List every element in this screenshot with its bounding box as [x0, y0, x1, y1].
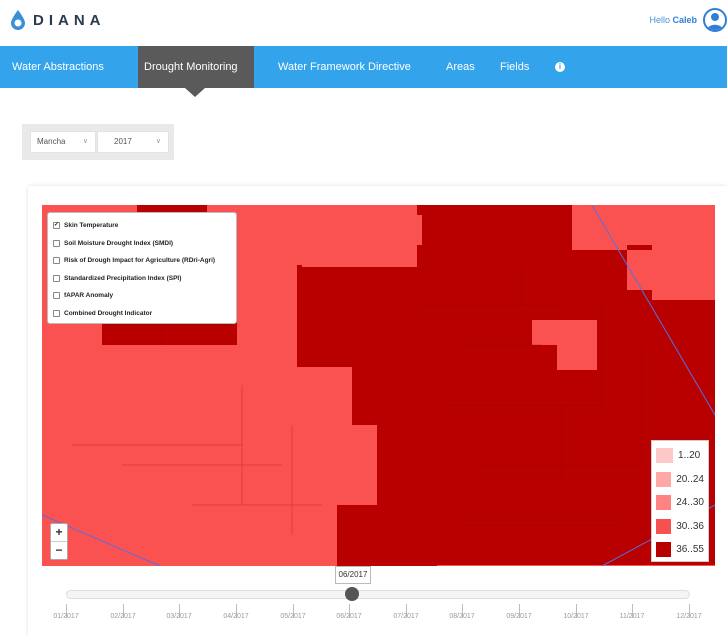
app-header: DIANA Hello Caleb: [0, 0, 727, 46]
timeline-tick-label[interactable]: 11/2017: [612, 613, 652, 620]
layer-selector: ✓ Skin Temperature Soil Moisture Drought…: [47, 212, 237, 324]
year-select[interactable]: 2017 ∨: [97, 131, 169, 153]
legend-label: 30..36: [676, 520, 704, 532]
timeline-tick-label[interactable]: 01/2017: [46, 613, 86, 620]
legend-swatch: [656, 448, 673, 464]
nav-areas[interactable]: Areas: [446, 46, 475, 88]
username[interactable]: Caleb: [672, 15, 697, 25]
user-icon: [707, 13, 723, 30]
legend-swatch: [656, 495, 672, 511]
legend-label: 36..55: [676, 544, 704, 556]
timeline-tick-label[interactable]: 08/2017: [442, 613, 482, 620]
nav-fields[interactable]: Fields: [500, 46, 529, 88]
legend-label: 20..24: [676, 473, 704, 485]
checkbox[interactable]: [53, 274, 60, 282]
layer-label: Skin Temperature: [64, 222, 119, 230]
nav-water-framework-directive[interactable]: Water Framework Directive: [278, 46, 411, 88]
layer-label: Standardized Precipitation Index (SPI): [64, 274, 182, 282]
zoom-out-button[interactable]: −: [51, 542, 67, 559]
logo-text: DIANA: [33, 11, 106, 29]
filter-bar: Mancha ∨ 2017 ∨: [22, 124, 174, 160]
checkbox[interactable]: [53, 239, 60, 247]
zoom-control: + −: [50, 523, 68, 560]
legend-label: 1..20: [678, 450, 701, 462]
layer-item-combined-drought-indicator[interactable]: Combined Drought Indicator: [53, 305, 231, 323]
region-value: Mancha: [37, 137, 66, 146]
layer-label: Soil Moisture Drought Index (SMDI): [64, 239, 174, 247]
layer-item-smdi[interactable]: Soil Moisture Drought Index (SMDI): [53, 235, 231, 253]
user-greeting: Hello Caleb: [649, 15, 697, 25]
legend-swatch: [656, 471, 672, 487]
nav-drought-monitoring[interactable]: Drought Monitoring: [138, 46, 254, 88]
logo[interactable]: DIANA: [9, 9, 106, 31]
region-select[interactable]: Mancha ∨: [30, 131, 96, 153]
layer-item-spi[interactable]: Standardized Precipitation Index (SPI): [53, 270, 231, 288]
timeline-tick-label[interactable]: 12/2017: [669, 613, 709, 620]
zoom-in-button[interactable]: +: [51, 524, 67, 541]
year-value: 2017: [114, 137, 132, 146]
checkbox[interactable]: [53, 309, 60, 317]
active-nav-indicator: [185, 88, 205, 97]
legend-swatch: [656, 518, 672, 534]
greeting-text: Hello: [649, 15, 670, 25]
layer-item-skin-temperature[interactable]: ✓ Skin Temperature: [53, 217, 231, 235]
legend-swatch: [656, 542, 672, 558]
legend-item: 1..20: [656, 444, 704, 468]
map-legend: 1..20 20..24 24..30 30..36 36..55: [651, 440, 709, 562]
legend-label: 24..30: [676, 497, 704, 509]
timeline-tick-label[interactable]: 10/2017: [556, 613, 596, 620]
main-nav: Water Abstractions Drought Monitoring Wa…: [0, 46, 727, 88]
chevron-down-icon: ∨: [155, 138, 161, 145]
legend-item: 24..30: [656, 491, 704, 515]
timeline-slider-handle[interactable]: [345, 587, 359, 601]
timeline-slider-track[interactable]: [66, 590, 690, 599]
timeline-tooltip: 06/2017: [335, 566, 371, 584]
chevron-down-icon: ∨: [82, 138, 88, 145]
checkbox-checked[interactable]: ✓: [53, 222, 60, 230]
layer-label: fAPAR Anomaly: [64, 292, 114, 300]
timeline-tick-label[interactable]: 07/2017: [386, 613, 426, 620]
layer-item-rdri-agri[interactable]: Risk of Drough Impact for Agriculture (R…: [53, 252, 231, 270]
timeline-tick-label[interactable]: 02/2017: [103, 613, 143, 620]
layer-item-fapar-anomaly[interactable]: fAPAR Anomaly: [53, 287, 231, 305]
nav-water-abstractions[interactable]: Water Abstractions: [0, 46, 127, 88]
avatar[interactable]: [703, 8, 727, 32]
legend-item: 30..36: [656, 515, 704, 539]
timeline-tick-label[interactable]: 06/2017: [329, 613, 369, 620]
legend-item: 36..55: [656, 538, 704, 562]
timeline-tick-label[interactable]: 04/2017: [216, 613, 256, 620]
legend-item: 20..24: [656, 468, 704, 492]
timeline-tick-label[interactable]: 03/2017: [159, 613, 199, 620]
checkbox[interactable]: [53, 292, 60, 300]
info-icon[interactable]: i: [555, 62, 565, 72]
timeline-tick-label[interactable]: 05/2017: [273, 613, 313, 620]
water-drop-icon: [11, 10, 25, 30]
timeline-tick-label[interactable]: 09/2017: [499, 613, 539, 620]
layer-label: Risk of Drough Impact for Agriculture (R…: [64, 257, 216, 265]
layer-label: Combined Drought Indicator: [64, 309, 153, 317]
checkbox[interactable]: [53, 257, 60, 265]
